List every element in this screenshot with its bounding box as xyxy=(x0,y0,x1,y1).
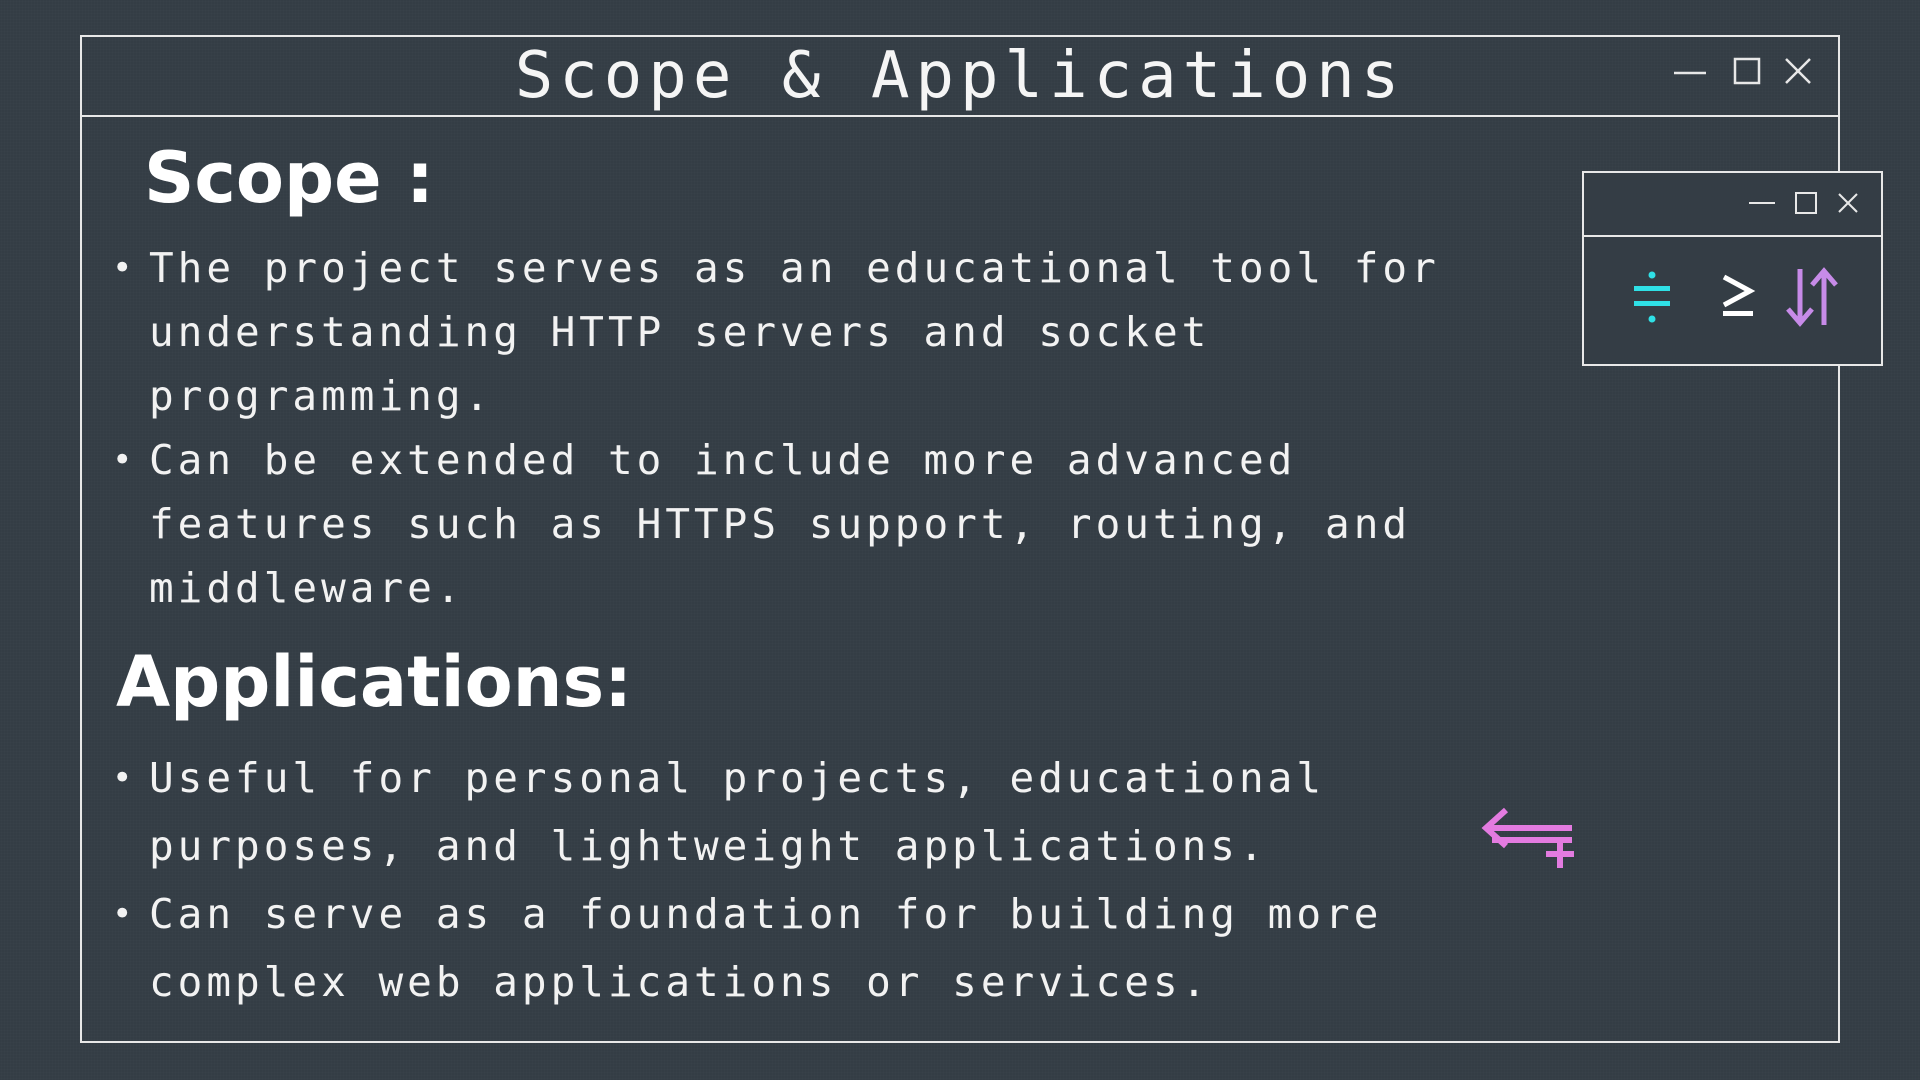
applications-heading: Applications: xyxy=(116,641,633,723)
maximize-icon[interactable] xyxy=(1794,191,1818,219)
list-item-line: purposes, and lightweight applications. xyxy=(149,822,1268,870)
list-item: • Can be extended to include more advanc… xyxy=(112,428,1440,620)
list-item-line: middleware. xyxy=(149,564,465,612)
list-item: • Useful for personal projects, educatio… xyxy=(112,744,1382,880)
scope-list: • The project serves as an educational t… xyxy=(112,236,1440,620)
applications-list: • Useful for personal projects, educatio… xyxy=(112,744,1382,1016)
main-window: Scope & Applications Scope : • The proje… xyxy=(80,35,1840,1043)
bullet-icon: • xyxy=(112,758,137,798)
title-bar: Scope & Applications xyxy=(82,37,1838,117)
swap-arrows-icon xyxy=(1784,265,1840,333)
list-item: • The project serves as an educational t… xyxy=(112,236,1440,428)
greater-equal-icon xyxy=(1720,269,1756,329)
close-icon[interactable] xyxy=(1782,51,1814,91)
bullet-icon: • xyxy=(112,894,137,934)
list-item: • Can serve as a foundation for building… xyxy=(112,880,1382,1016)
minimize-icon[interactable] xyxy=(1747,191,1777,219)
slide-content: Scope : • The project serves as an educa… xyxy=(82,117,1838,1041)
close-icon[interactable] xyxy=(1836,191,1860,219)
symbols-window-title-bar xyxy=(1584,173,1881,237)
minimize-icon[interactable] xyxy=(1672,51,1708,91)
bullet-icon: • xyxy=(112,440,137,480)
list-item-line: The project serves as an educational too… xyxy=(149,244,1440,292)
maximize-icon[interactable] xyxy=(1732,51,1762,91)
division-icon xyxy=(1632,269,1672,329)
arrow-plus-icon xyxy=(1480,800,1576,876)
window-title: Scope & Applications xyxy=(514,39,1406,113)
bullet-icon: • xyxy=(112,248,137,288)
list-item-line: Can be extended to include more advanced xyxy=(149,436,1297,484)
list-item-line: programming. xyxy=(149,372,494,420)
scope-heading: Scope : xyxy=(144,137,434,219)
list-item-line: features such as HTTPS support, routing,… xyxy=(149,500,1412,548)
list-item-line: understanding HTTP servers and socket xyxy=(149,308,1211,356)
symbols-window xyxy=(1582,171,1883,366)
list-item-line: Can serve as a foundation for building m… xyxy=(149,890,1383,938)
list-item-line: Useful for personal projects, educationa… xyxy=(149,754,1326,802)
list-item-line: complex web applications or services. xyxy=(149,958,1211,1006)
